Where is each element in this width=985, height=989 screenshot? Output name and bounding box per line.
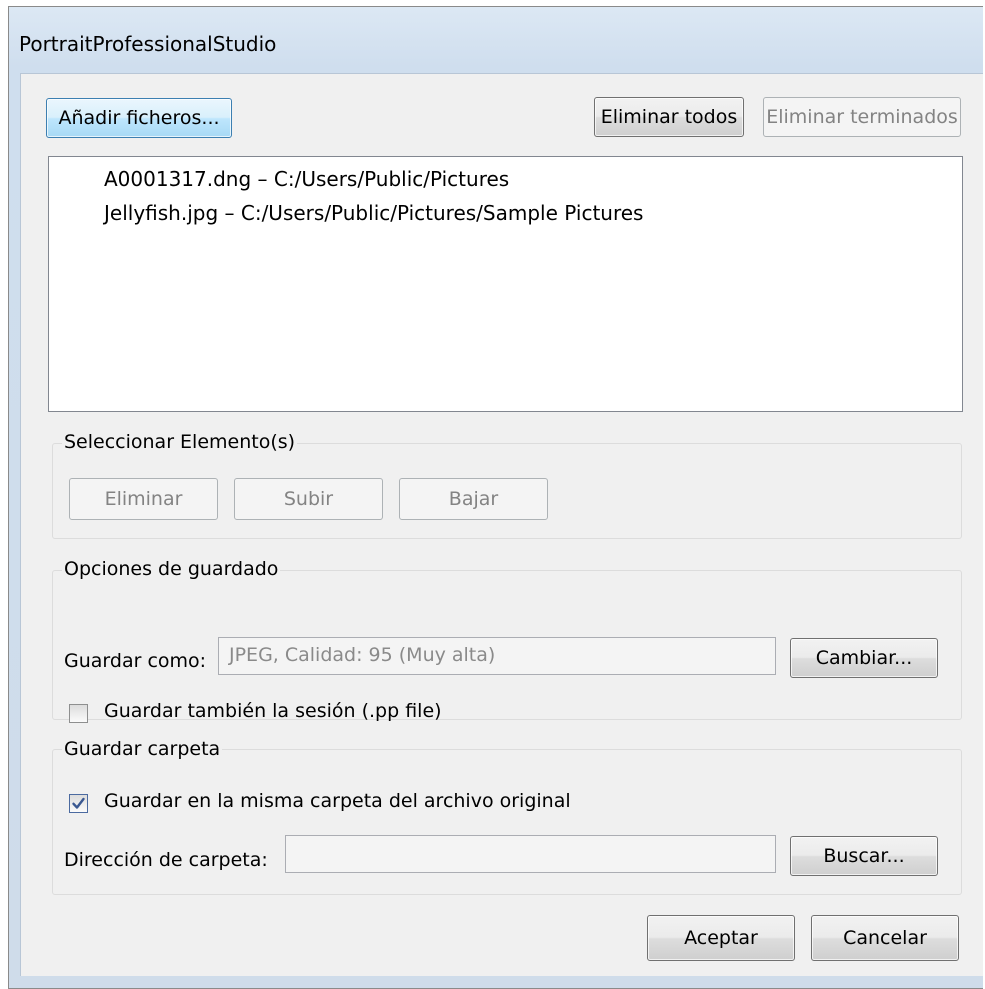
list-item[interactable]: A0001317.dng – C:/Users/Public/Pictures [104, 167, 509, 191]
move-up-button[interactable]: Subir [234, 478, 383, 520]
select-items-group-label: Seleccionar Elemento(s) [62, 431, 298, 453]
save-as-field[interactable]: JPEG, Calidad: 95 (Muy alta) [218, 637, 776, 675]
change-format-button[interactable]: Cambiar... [790, 638, 938, 678]
remove-item-button[interactable]: Eliminar [69, 478, 218, 520]
save-folder-group-label: Guardar carpeta [62, 738, 223, 760]
save-as-label: Guardar como: [64, 650, 207, 672]
folder-path-field[interactable] [285, 835, 776, 873]
browse-button[interactable]: Buscar... [790, 836, 938, 876]
save-options-group-label: Opciones de guardado [62, 558, 281, 580]
dialog-window: PortraitProfessionalStudio Añadir ficher… [8, 6, 983, 989]
save-session-checkbox[interactable] [69, 704, 88, 723]
window-title: PortraitProfessionalStudio [19, 32, 277, 56]
cancel-button[interactable]: Cancelar [811, 915, 959, 961]
dialog-client-area: Añadir ficheros... Eliminar todos Elimin… [20, 73, 983, 976]
remove-finished-button[interactable]: Eliminar terminados [763, 97, 961, 137]
remove-all-button[interactable]: Eliminar todos [594, 97, 744, 137]
move-down-button[interactable]: Bajar [399, 478, 548, 520]
file-list[interactable]: A0001317.dng – C:/Users/Public/Pictures … [48, 156, 963, 412]
list-item[interactable]: Jellyfish.jpg – C:/Users/Public/Pictures… [104, 201, 643, 225]
accept-button[interactable]: Aceptar [647, 915, 795, 961]
add-files-button[interactable]: Añadir ficheros... [46, 98, 232, 138]
same-folder-checkbox[interactable] [69, 794, 88, 813]
checkmark-icon [72, 797, 85, 809]
save-session-label: Guardar también la sesión (.pp file) [104, 700, 442, 722]
same-folder-label: Guardar en la misma carpeta del archivo … [104, 790, 571, 812]
folder-path-label: Dirección de carpeta: [64, 849, 268, 871]
title-bar[interactable]: PortraitProfessionalStudio [9, 7, 983, 77]
